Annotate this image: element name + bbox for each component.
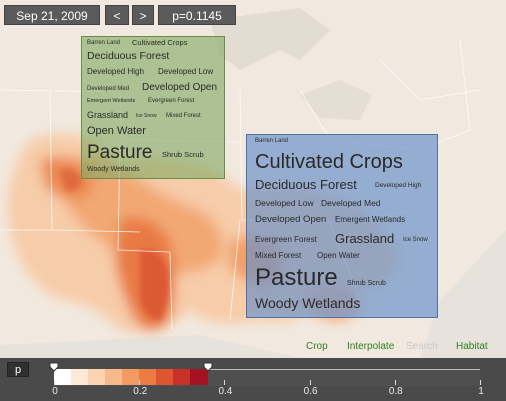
term-evergreen-forest: Evergreen Forest: [148, 98, 195, 104]
region-summary-green[interactable]: Barren Land Cultivated Crops Deciduous F…: [81, 36, 225, 179]
term-mixed-forest: Mixed Forest: [255, 251, 302, 260]
term-deciduous-forest: Deciduous Forest: [87, 50, 170, 62]
scale-tick-label: 0.8: [388, 386, 403, 397]
map-view[interactable]: Sep 21, 2009 < > p=0.1145 Barren Land Cu…: [0, 0, 506, 358]
term-barren-land: Barren Land: [255, 138, 289, 144]
interpolate-link[interactable]: Interpolate: [347, 341, 394, 353]
term-grassland: Grassland: [87, 110, 129, 120]
term-emergent-wetlands: Emergent Wetlands: [335, 215, 406, 224]
range-low-handle[interactable]: [49, 362, 59, 372]
scale-tick-label: 1: [478, 386, 484, 397]
color-swatch: [173, 369, 192, 385]
term-shrub-scrub: Shrub Scrub: [347, 280, 386, 287]
color-swatch: [88, 369, 107, 385]
scale-tick: [139, 380, 141, 385]
scale-tick-label: 0.4: [218, 386, 233, 397]
scale-tick: [224, 380, 226, 385]
term-pasture: Pasture: [87, 142, 153, 163]
color-swatch: [156, 369, 175, 385]
habitat-link[interactable]: Habitat: [456, 341, 488, 353]
term-ice-snow: Ice Snow: [403, 237, 428, 243]
term-pasture: Pasture: [255, 264, 338, 291]
term-deciduous-forest: Deciduous Forest: [255, 177, 357, 192]
term-emergent-wetlands: Emergent Wetlands: [87, 98, 136, 104]
term-ice-snow: Ice Snow: [136, 113, 157, 119]
term-shrub-scrub: Shrub Scrub: [162, 150, 204, 159]
color-swatch: [71, 369, 90, 385]
term-developed-high: Developed High: [87, 67, 144, 76]
term-barren-land: Barren Land: [87, 40, 121, 46]
date-display: Sep 21, 2009: [4, 5, 100, 25]
term-evergreen-forest: Evergreen Forest: [255, 235, 317, 244]
scale-tick-label: 0.6: [303, 386, 318, 397]
scale-tick: [309, 380, 311, 385]
p-value-readout: p=0.1145: [158, 5, 236, 25]
term-developed-open: Developed Open: [255, 214, 327, 225]
term-open-water: Open Water: [87, 125, 146, 137]
color-swatch: [122, 369, 141, 385]
term-developed-med: Developed Med: [87, 86, 130, 92]
range-high-handle[interactable]: [203, 362, 213, 372]
term-woody-wetlands: Woody Wetlands: [87, 166, 140, 173]
p-variable-button[interactable]: p: [7, 362, 29, 377]
term-developed-med: Developed Med: [321, 198, 381, 208]
scale-tick-label: 0: [52, 386, 58, 397]
term-woody-wetlands: Woody Wetlands: [255, 295, 361, 311]
crop-link[interactable]: Crop: [306, 341, 328, 353]
scale-tick: [480, 380, 481, 385]
color-swatch: [139, 369, 158, 385]
term-cultivated-crops: Cultivated Crops: [255, 151, 403, 173]
previous-date-button[interactable]: <: [105, 5, 129, 25]
region-summary-blue[interactable]: Barren Land Cultivated Crops Deciduous F…: [246, 134, 438, 318]
term-developed-high: Developed High: [375, 182, 422, 189]
term-developed-low: Developed Low: [158, 67, 214, 76]
search-link[interactable]: Search: [406, 341, 438, 353]
term-cultivated-crops: Cultivated Crops: [132, 38, 188, 47]
color-swatch: [105, 369, 124, 385]
term-grassland: Grassland: [335, 231, 395, 246]
next-date-button[interactable]: >: [132, 5, 154, 25]
term-open-water: Open Water: [317, 251, 360, 260]
scale-tick-label: 0.2: [133, 386, 148, 397]
scale-tick: [394, 380, 396, 385]
scale-tick: [54, 380, 55, 385]
term-mixed-forest: Mixed Forest: [166, 113, 201, 119]
term-developed-low: Developed Low: [255, 198, 314, 208]
term-developed-open: Developed Open: [142, 82, 218, 93]
